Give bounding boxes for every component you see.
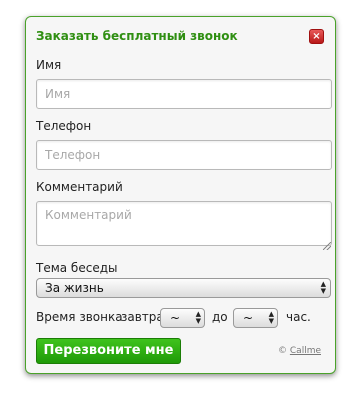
brand-link[interactable]: Callme	[290, 346, 321, 356]
phone-input[interactable]	[36, 140, 332, 170]
updown-arrows-icon: ▲ ▼	[195, 310, 201, 325]
time-from-value: ~	[170, 311, 181, 325]
call-time-label: Время звонка	[36, 310, 123, 324]
call-time-day: завтра	[121, 310, 164, 324]
time-unit: час.	[286, 310, 311, 324]
close-icon[interactable]: ×	[309, 29, 324, 44]
resize-grip-icon[interactable]	[323, 242, 331, 250]
submit-button[interactable]: Перезвоните мне	[36, 338, 181, 364]
time-from-select[interactable]: ~ ▲ ▼	[160, 308, 205, 328]
updown-arrows-icon: ▲ ▼	[320, 280, 326, 295]
comment-label: Комментарий	[36, 180, 123, 194]
comment-textarea[interactable]	[36, 201, 332, 246]
name-input[interactable]	[36, 79, 332, 109]
call-time-row: Время звонка завтра ~ ▲ ▼ до ~ ▲ ▼ час.	[36, 308, 336, 328]
brand-credit: © Callme	[278, 346, 321, 356]
time-to-value: ~	[243, 311, 254, 325]
time-separator: до	[212, 310, 228, 324]
updown-arrows-icon: ▲ ▼	[268, 310, 274, 325]
topic-select-value: За жизнь	[45, 281, 104, 295]
name-label: Имя	[36, 58, 62, 72]
topic-select[interactable]: За жизнь ▲ ▼	[36, 278, 331, 298]
brand-symbol: ©	[278, 346, 288, 356]
topic-label: Тема беседы	[36, 261, 118, 275]
dialog-title: Заказать бесплатный звонок	[36, 29, 238, 43]
callback-dialog: Заказать бесплатный звонок × Имя Телефон…	[25, 16, 336, 374]
phone-label: Телефон	[36, 119, 92, 133]
time-to-select[interactable]: ~ ▲ ▼	[233, 308, 278, 328]
